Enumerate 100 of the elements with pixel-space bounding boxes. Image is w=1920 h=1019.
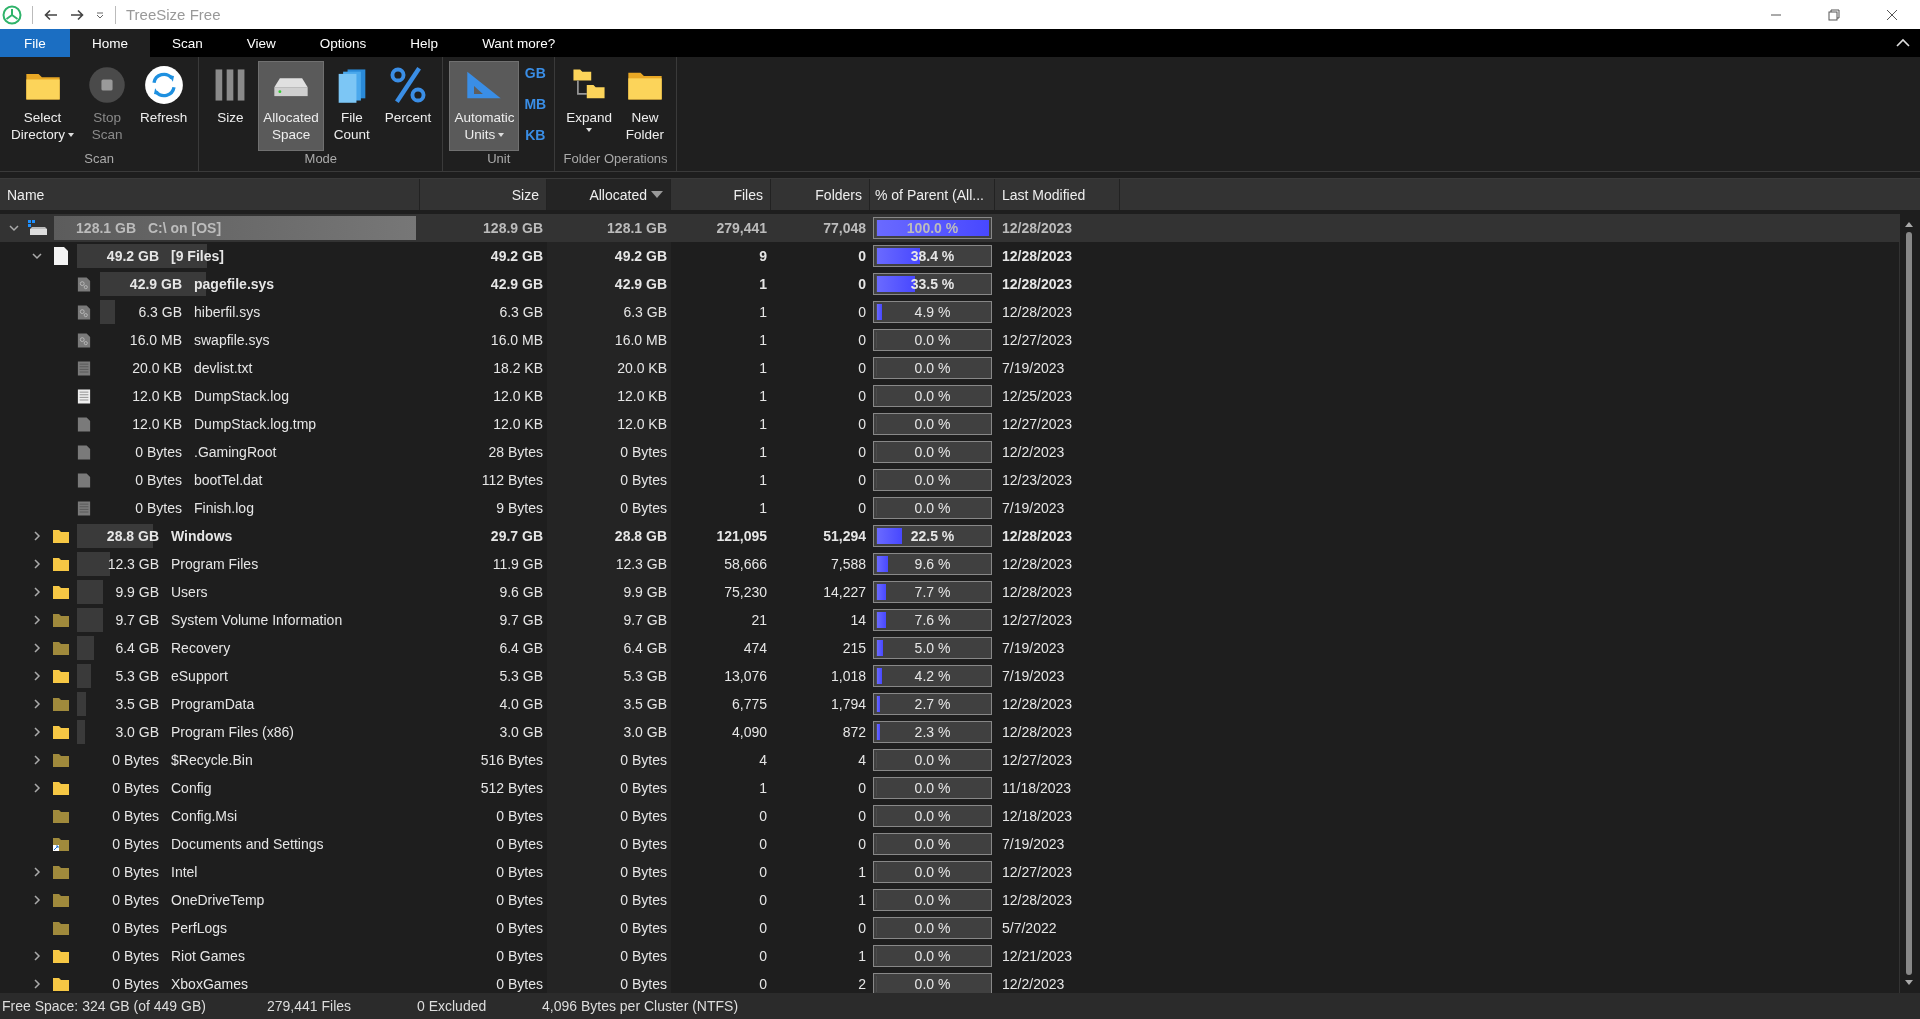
table-cell-text: 121,095 bbox=[715, 527, 768, 546]
percent-label: 100.0 % bbox=[906, 220, 959, 236]
file-name: ProgramData bbox=[171, 696, 255, 712]
ribbon-tab[interactable]: Options bbox=[297, 29, 389, 57]
status-text: 4,096 Bytes per Cluster (NTFS) bbox=[542, 998, 739, 1014]
table-cell-text: 12.0 KB bbox=[492, 415, 544, 434]
ribbon-button[interactable]: File Count bbox=[326, 61, 377, 151]
percent-label: 0.0 % bbox=[914, 892, 951, 908]
table-cell: 0 Bytes bbox=[547, 802, 671, 830]
shortcut-folder-icon bbox=[52, 836, 70, 852]
ribbon-tab[interactable]: Help bbox=[388, 29, 461, 57]
table-cell-text: 77,048 bbox=[822, 219, 867, 238]
table-cell: 0 Bytes bbox=[547, 830, 671, 858]
table-cell-text: 12/27/2023 bbox=[1001, 751, 1074, 770]
file-name: OneDriveTemp bbox=[171, 892, 265, 908]
table-cell: 6.3 GB bbox=[547, 298, 671, 326]
expand-chevron-icon[interactable] bbox=[31, 642, 43, 654]
table-cell-text: 14,227 bbox=[822, 583, 867, 602]
customize-dropdown-icon[interactable] bbox=[95, 9, 105, 20]
table-cell: 0 Bytes bbox=[547, 858, 671, 886]
table-cell-text: 872 bbox=[841, 723, 867, 742]
table-cell-text: 0 bbox=[857, 247, 867, 266]
file-name: [9 Files] bbox=[171, 248, 224, 264]
column-header[interactable]: Name bbox=[0, 179, 420, 210]
table-cell-text: 0 bbox=[857, 807, 867, 826]
ribbon-button[interactable]: Size bbox=[205, 61, 256, 151]
table-cell-text: 0 Bytes bbox=[495, 947, 544, 966]
ribbon-button[interactable]: Allocated Space bbox=[258, 61, 324, 151]
restore-icon[interactable] bbox=[1828, 8, 1840, 21]
unit-button[interactable]: KB bbox=[524, 127, 547, 143]
expand-chevron-icon[interactable] bbox=[31, 726, 43, 738]
file-name: $Recycle.Bin bbox=[171, 752, 253, 768]
size-bar bbox=[77, 720, 85, 744]
ribbon-tab[interactable]: View bbox=[224, 29, 298, 57]
table-cell: 12.0 KB bbox=[547, 382, 671, 410]
scroll-down-icon[interactable] bbox=[1904, 979, 1914, 987]
collapse-chevron-icon[interactable] bbox=[8, 222, 20, 234]
table-cell-text: 3.0 GB bbox=[498, 723, 544, 742]
expand-chevron-icon[interactable] bbox=[31, 950, 43, 962]
expand-chevron-icon[interactable] bbox=[31, 670, 43, 682]
size-label: 42.9 GB bbox=[129, 276, 182, 292]
size-label: 0 Bytes bbox=[112, 808, 159, 824]
ribbon-tab[interactable]: File bbox=[0, 29, 70, 57]
ribbon-tab[interactable]: Home bbox=[70, 29, 150, 57]
percent-label: 9.6 % bbox=[914, 556, 951, 572]
size-label: 5.3 GB bbox=[115, 668, 159, 684]
table-cell-text: 0 Bytes bbox=[495, 863, 544, 882]
table-cell: 0 Bytes bbox=[547, 774, 671, 802]
table-cell-text: 1 bbox=[758, 387, 768, 406]
file-name: Documents and Settings bbox=[171, 836, 324, 852]
percent-label: 0.0 % bbox=[914, 332, 951, 348]
ribbon-button[interactable]: Percent bbox=[379, 61, 437, 151]
ribbon-tab[interactable]: Scan bbox=[150, 29, 225, 57]
folder-icon bbox=[52, 920, 70, 936]
column-header[interactable]: Folders bbox=[771, 179, 870, 210]
button-label: Automatic bbox=[454, 109, 515, 126]
ribbon-button[interactable]: Select Directory bbox=[6, 61, 79, 151]
expand-chevron-icon[interactable] bbox=[31, 978, 43, 990]
ribbon-button[interactable]: New Folder bbox=[620, 61, 670, 151]
table-cell-text: 0 bbox=[857, 275, 867, 294]
ribbon-button[interactable]: Expand bbox=[561, 61, 617, 151]
ribbon-button[interactable]: Refresh bbox=[135, 61, 193, 151]
column-header[interactable]: Allocated bbox=[547, 179, 671, 210]
table-cell-text: 1 bbox=[857, 947, 867, 966]
expand-chevron-icon[interactable] bbox=[31, 530, 43, 542]
table-cell-text: 12/28/2023 bbox=[1001, 555, 1074, 574]
percent-label: 4.2 % bbox=[914, 668, 951, 684]
file-icon bbox=[77, 443, 91, 461]
expand-chevron-icon[interactable] bbox=[31, 782, 43, 794]
table-cell-text: 0 bbox=[758, 807, 768, 826]
expand-chevron-icon[interactable] bbox=[31, 586, 43, 598]
column-header[interactable]: % of Parent (All... bbox=[870, 179, 995, 210]
expand-chevron-icon[interactable] bbox=[31, 894, 43, 906]
table-cell-text: 7/19/2023 bbox=[1001, 639, 1066, 658]
unit-button[interactable]: GB bbox=[524, 65, 547, 81]
table-cell-text: 9 Bytes bbox=[495, 499, 544, 518]
collapse-chevron-icon[interactable] bbox=[31, 250, 43, 262]
file-icon bbox=[53, 246, 69, 266]
button-label: Directory bbox=[11, 126, 65, 143]
unit-button[interactable]: MB bbox=[524, 96, 547, 112]
size-label: 9.9 GB bbox=[115, 584, 159, 600]
ribbon-tab[interactable]: Want more? bbox=[460, 29, 578, 57]
file-name: pagefile.sys bbox=[194, 276, 275, 292]
collapse-ribbon-icon[interactable] bbox=[1896, 38, 1910, 48]
table-cell: 49.2 GB bbox=[547, 242, 671, 270]
expand-chevron-icon[interactable] bbox=[31, 614, 43, 626]
expand-chevron-icon[interactable] bbox=[31, 866, 43, 878]
folder-icon bbox=[52, 780, 70, 796]
column-header[interactable]: Files bbox=[671, 179, 771, 210]
app-logo-icon bbox=[2, 4, 22, 25]
expand-chevron-icon[interactable] bbox=[31, 558, 43, 570]
expand-chevron-icon[interactable] bbox=[31, 698, 43, 710]
table-cell-text: 12/27/2023 bbox=[1001, 331, 1074, 350]
table-cell-text: 516 Bytes bbox=[479, 751, 544, 770]
ribbon-button[interactable]: Automatic Units bbox=[449, 61, 520, 151]
scroll-up-icon[interactable] bbox=[1904, 220, 1914, 228]
percent-label: 0.0 % bbox=[914, 360, 951, 376]
column-header[interactable]: Last Modified bbox=[995, 179, 1120, 210]
close-icon[interactable] bbox=[1886, 8, 1898, 21]
expand-chevron-icon[interactable] bbox=[31, 754, 43, 766]
